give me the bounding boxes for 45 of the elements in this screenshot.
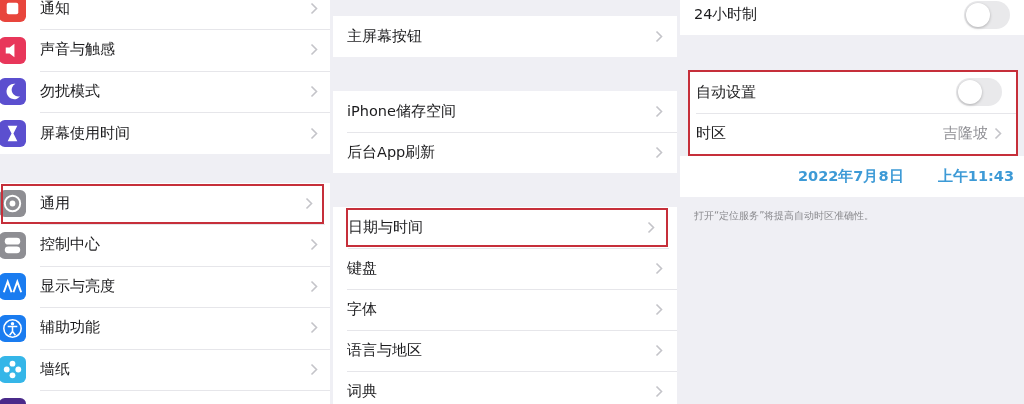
row-label: 字体 [347, 299, 377, 319]
chevron-icon [310, 1, 318, 15]
row-label: 辅助功能 [40, 318, 100, 338]
chevron-icon [310, 362, 318, 376]
row-label: 通用 [40, 193, 70, 213]
chevron-icon [655, 104, 663, 118]
chevron-icon [310, 43, 318, 57]
chevron-icon [655, 385, 663, 398]
toggle-switch[interactable] [956, 78, 1002, 106]
chevron-icon [310, 126, 318, 140]
row-label: 语言与地区 [347, 340, 422, 360]
toggle-switch[interactable] [964, 0, 1010, 29]
row-label: 时区 [696, 124, 726, 143]
row-label: 主屏幕按钮 [347, 27, 422, 46]
settings-row[interactable]: 通知 [0, 0, 330, 30]
row-label: 词典 [347, 382, 377, 401]
row-label: 勿扰模式 [40, 81, 100, 101]
chevron-icon [310, 321, 318, 335]
row-label: 24小时制 [694, 5, 758, 24]
settings-row[interactable]: 日期与时间 [345, 207, 669, 248]
chevron-icon [310, 238, 318, 252]
chevron-icon [310, 279, 318, 293]
chevron-icon [647, 220, 655, 234]
row-label: 自动设置 [696, 82, 756, 102]
chevron-icon [655, 343, 663, 357]
row-label: 日期与时间 [348, 217, 423, 237]
row-label: 后台App刷新 [347, 143, 436, 162]
row-label: 控制中心 [40, 235, 100, 255]
chevron-icon [310, 84, 318, 98]
settings-row[interactable]: 通用 [0, 183, 325, 225]
chevron-icon [994, 127, 1002, 140]
chevron-icon [655, 302, 663, 316]
chevron-icon [305, 196, 313, 210]
row-label: 通知 [40, 0, 70, 18]
row-label: 显示与亮度 [40, 276, 115, 296]
row-label: 声音与触感 [40, 40, 115, 60]
chevron-icon [655, 146, 663, 159]
chevron-icon [655, 30, 663, 43]
row-label: 墙纸 [40, 359, 70, 379]
footer-note: 打开“定位服务”将提高自动时区准确性。 [693, 209, 876, 223]
row-label: 屏幕使用时间 [40, 123, 130, 143]
row-label: 键盘 [347, 258, 377, 278]
row-label: iPhone储存空间 [347, 101, 456, 121]
chevron-icon [655, 261, 663, 275]
row-value: 吉隆坡 [943, 124, 988, 143]
